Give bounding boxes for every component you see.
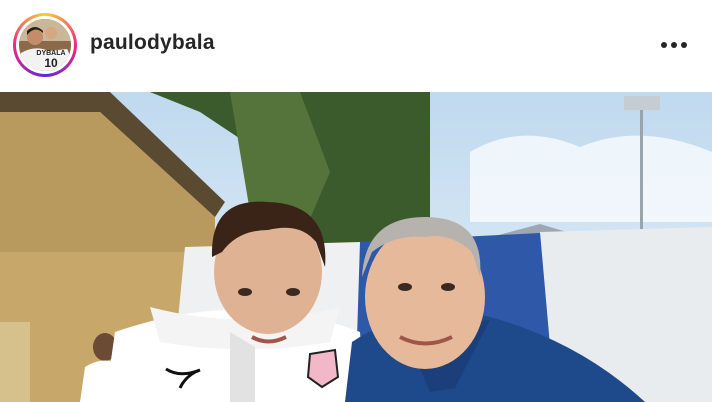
- avatar-jersey-number: 10: [44, 56, 58, 70]
- story-ring[interactable]: DYBALA 10: [13, 13, 77, 77]
- more-horizontal-icon: [661, 42, 687, 48]
- avatar-border: DYBALA 10: [16, 16, 74, 74]
- avatar-photo-icon: DYBALA 10: [19, 19, 71, 71]
- post-photo-illustration: [0, 92, 712, 402]
- post-header: DYBALA 10 paulodybala: [0, 0, 712, 92]
- avatar[interactable]: DYBALA 10: [19, 19, 71, 71]
- post-photo[interactable]: [0, 92, 712, 402]
- username-link[interactable]: paulodybala: [90, 31, 215, 55]
- more-options-button[interactable]: [654, 28, 694, 62]
